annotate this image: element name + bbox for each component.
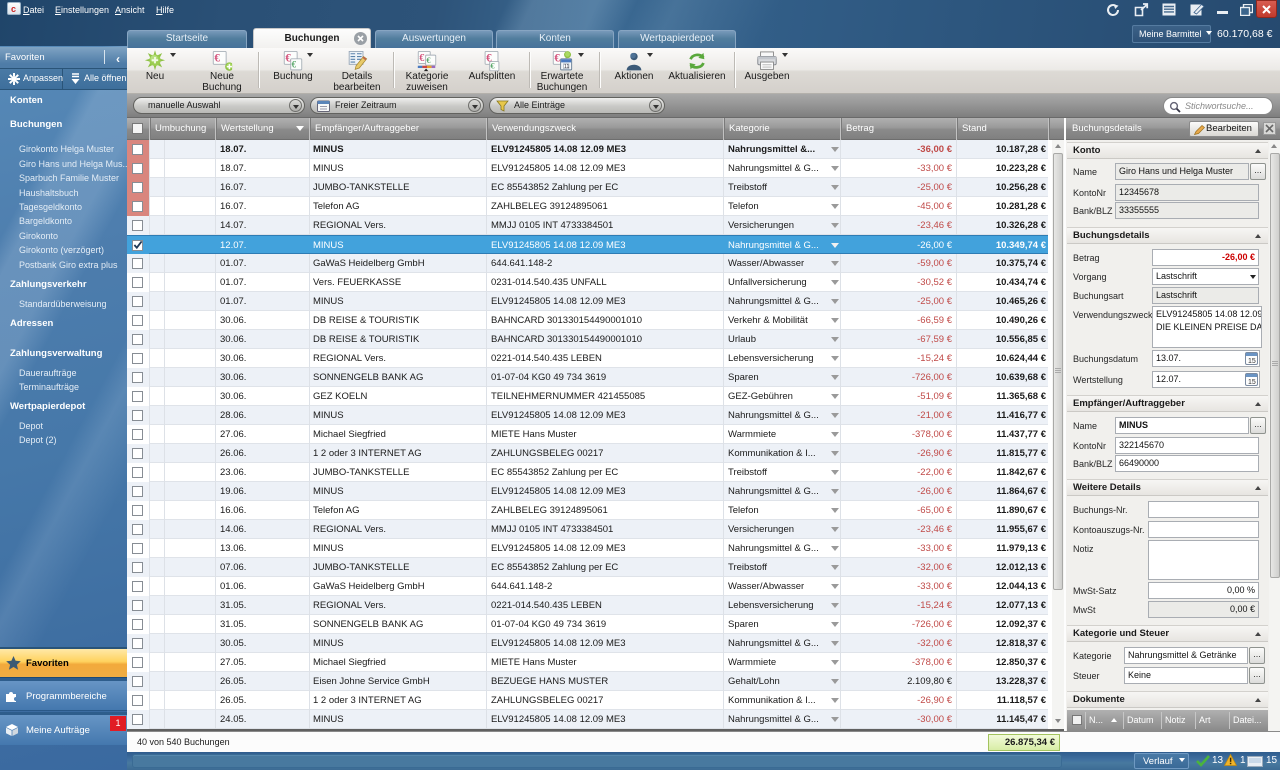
svg-text:€: € xyxy=(214,53,220,65)
svg-text:15: 15 xyxy=(1248,379,1256,386)
svg-text:€: € xyxy=(554,53,560,65)
svg-text:€: € xyxy=(419,53,424,64)
svg-text:€: € xyxy=(292,59,297,69)
svg-text:11: 11 xyxy=(564,64,569,70)
svg-text:15: 15 xyxy=(1248,358,1256,365)
